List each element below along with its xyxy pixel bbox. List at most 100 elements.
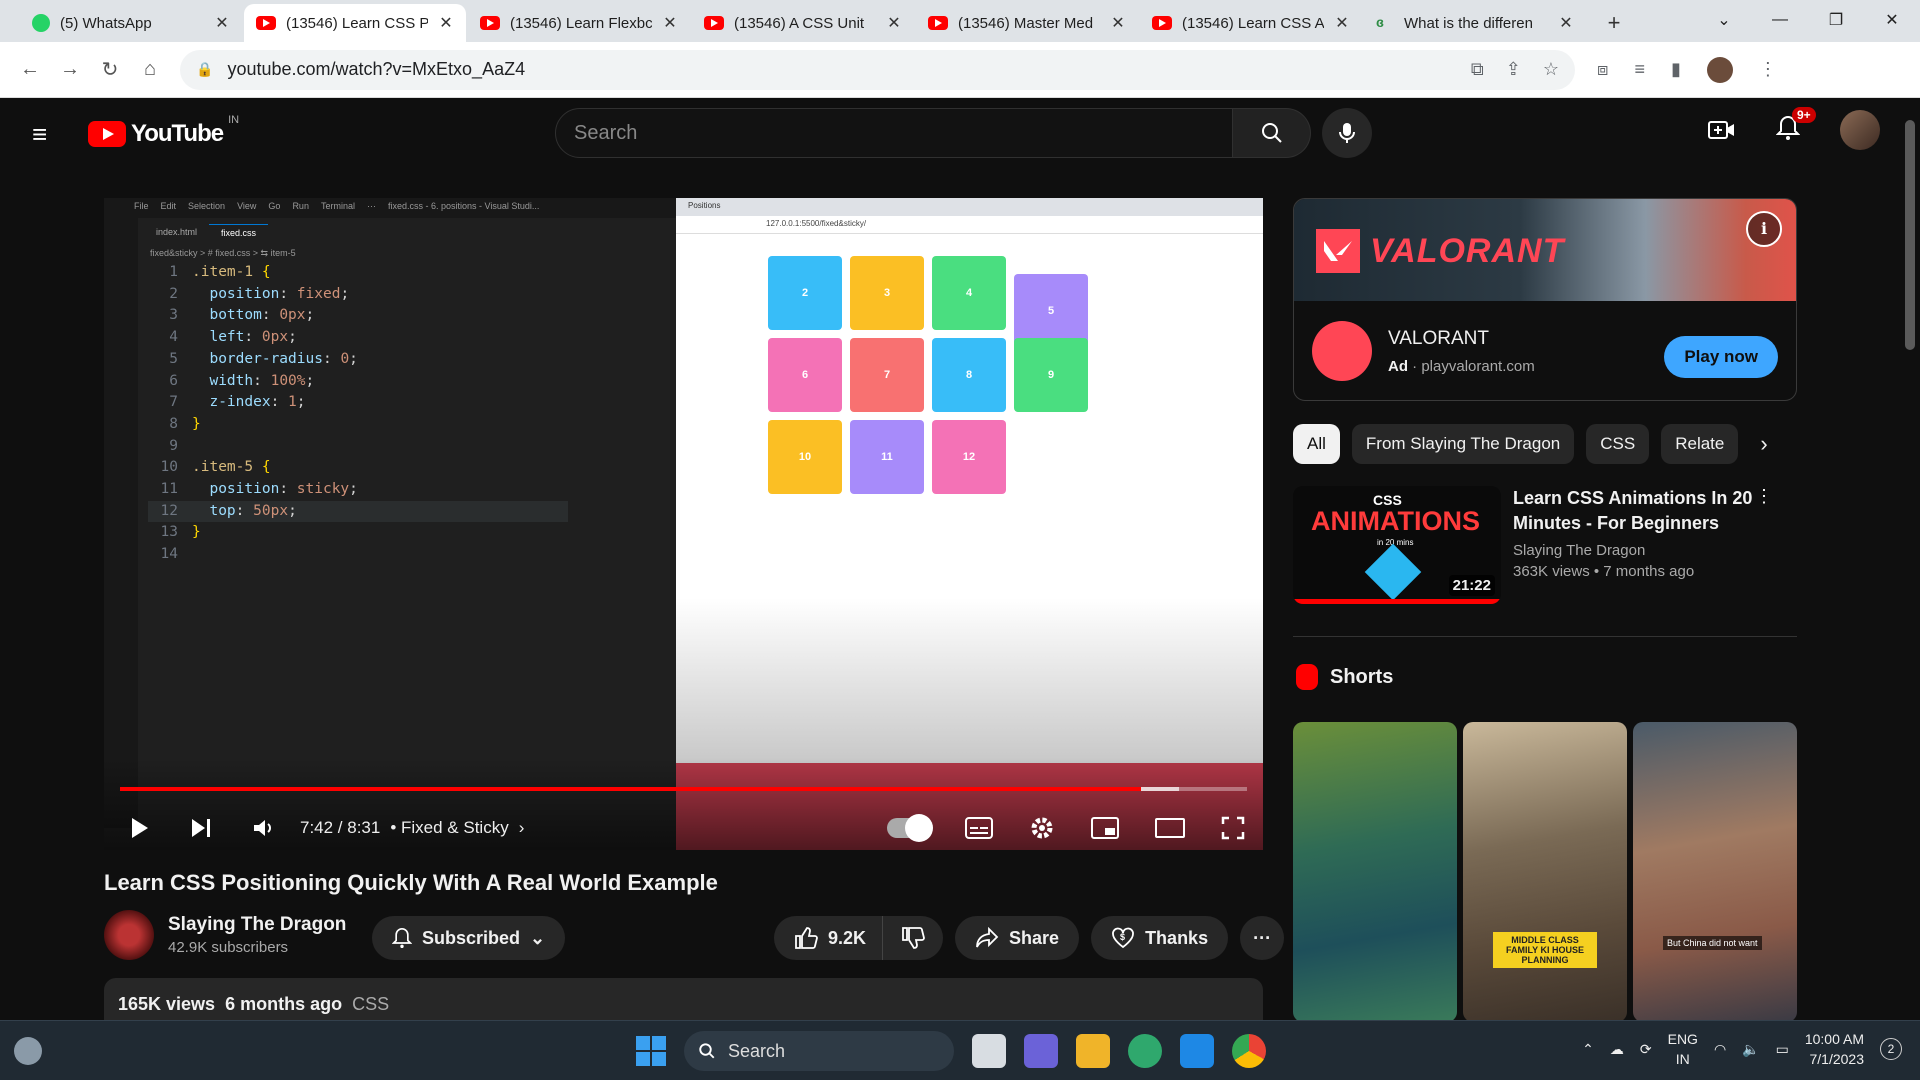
recommended-channel[interactable]: Slaying The Dragon	[1513, 542, 1753, 559]
create-video-icon[interactable]	[1708, 118, 1736, 142]
description-tag[interactable]: CSS	[352, 994, 389, 1014]
vscode-app-icon[interactable]	[1180, 1034, 1214, 1068]
dislike-button[interactable]	[883, 916, 944, 960]
progress-bar[interactable]	[120, 787, 1247, 791]
like-button[interactable]: 9.2K	[774, 916, 884, 960]
autoplay-toggle[interactable]	[887, 814, 933, 842]
more-actions-button[interactable]: ···	[1240, 916, 1285, 960]
chrome-app-icon[interactable]	[1232, 1034, 1266, 1068]
miniplayer-icon[interactable]	[1091, 817, 1119, 839]
filter-chip[interactable]: All	[1293, 424, 1340, 464]
voice-search-button[interactable]	[1322, 108, 1372, 158]
profile-avatar[interactable]	[1706, 56, 1733, 83]
notifications-button[interactable]: 9+	[1775, 106, 1816, 146]
browser-tab[interactable]: (13546) Learn Flexbc ✕	[468, 4, 690, 42]
browser-tab[interactable]: (13546) Learn CSS A ✕	[1140, 4, 1362, 42]
play-button[interactable]	[130, 816, 150, 840]
onedrive-icon[interactable]: ☁	[1610, 1041, 1624, 1058]
close-window-button[interactable]: ✕	[1864, 10, 1920, 30]
back-button[interactable]: ←	[10, 58, 50, 81]
browser-tab[interactable]: (5) WhatsApp ✕	[20, 4, 242, 42]
bookmark-star-icon[interactable]: ☆	[1543, 59, 1559, 80]
clock[interactable]: 10:00 AM 7/1/2023	[1805, 1029, 1864, 1069]
tab-close-icon[interactable]: ✕	[1334, 13, 1350, 33]
chips-next-chevron-icon[interactable]: ›	[1760, 431, 1767, 457]
tab-close-icon[interactable]: ✕	[438, 13, 454, 33]
task-view-icon[interactable]	[972, 1034, 1006, 1068]
settings-gear-icon[interactable]	[1029, 815, 1055, 841]
ad-card[interactable]: VALORANT i VALORANT Ad · playvalorant.co…	[1293, 198, 1797, 401]
teams-chat-icon[interactable]	[1024, 1034, 1058, 1068]
short-item[interactable]: But China did not want	[1633, 722, 1797, 1022]
tab-close-icon[interactable]: ✕	[214, 13, 230, 33]
new-tab-button[interactable]: +	[1598, 7, 1630, 39]
browser-tab[interactable]: ɞ What is the differen ✕	[1364, 4, 1586, 42]
recommended-more-icon[interactable]: ⋮	[1755, 486, 1773, 507]
wifi-icon[interactable]: ◠	[1714, 1041, 1726, 1058]
browser-menu-icon[interactable]: ⋮	[1759, 59, 1777, 80]
next-button[interactable]	[190, 817, 212, 839]
user-avatar[interactable]	[1840, 110, 1880, 150]
search-input[interactable]: Search	[555, 108, 1233, 158]
open-in-app-icon[interactable]: ⧉	[1471, 59, 1484, 80]
home-button[interactable]: ⌂	[130, 58, 170, 81]
address-bar[interactable]: 🔒 youtube.com/watch?v=MxEtxo_AaZ4 ⧉ ⇪ ☆	[180, 49, 1575, 90]
recommended-title[interactable]: Learn CSS Animations In 20 Minutes - For…	[1513, 486, 1753, 536]
tab-close-icon[interactable]: ✕	[886, 13, 902, 33]
search-button[interactable]	[1233, 108, 1311, 158]
channel-name[interactable]: Slaying The Dragon	[168, 914, 346, 936]
minimize-button[interactable]: —	[1752, 11, 1808, 29]
tab-close-icon[interactable]: ✕	[1110, 13, 1126, 33]
reload-button[interactable]: ↻	[90, 57, 130, 82]
youtube-logo[interactable]: YouTube IN	[88, 114, 239, 148]
video-player[interactable]: File Edit Selection View Go Run Terminal ··· fix…	[104, 198, 1263, 850]
theater-mode-icon[interactable]	[1155, 818, 1185, 838]
tab-search-icon[interactable]: ⌄	[1696, 10, 1752, 30]
scrollbar-thumb[interactable]	[1905, 120, 1915, 350]
side-panel-icon[interactable]: ▮	[1671, 59, 1681, 80]
filter-chip[interactable]: Relate	[1661, 424, 1739, 464]
chapter-chevron-icon[interactable]: ›	[519, 818, 525, 838]
tab-close-icon[interactable]: ✕	[1558, 13, 1574, 33]
filter-chip[interactable]: From Slaying The Dragon	[1351, 424, 1575, 464]
chapter-title[interactable]: • Fixed & Sticky	[390, 818, 508, 838]
short-item[interactable]: MIDDLE CLASS FAMILY KI HOUSE PLANNING	[1463, 722, 1627, 1022]
thanks-button[interactable]: $ Thanks	[1091, 916, 1229, 960]
file-explorer-icon[interactable]	[1076, 1034, 1110, 1068]
windows-start-icon[interactable]	[636, 1036, 666, 1066]
battery-icon[interactable]: ▭	[1776, 1041, 1789, 1058]
update-icon[interactable]: ⟳	[1640, 1041, 1652, 1058]
advertiser-avatar[interactable]	[1312, 321, 1372, 381]
tab-close-icon[interactable]: ✕	[662, 13, 678, 33]
volume-button[interactable]	[252, 817, 274, 839]
restore-button[interactable]: ❐	[1808, 10, 1864, 30]
subtitles-icon[interactable]	[965, 817, 993, 839]
browser-tab[interactable]: (13546) Master Med ✕	[916, 4, 1138, 42]
share-page-icon[interactable]: ⇪	[1506, 59, 1521, 80]
hamburger-menu-icon[interactable]: ≡	[32, 119, 58, 150]
subscribed-button[interactable]: Subscribed ⌄	[372, 916, 566, 960]
channel-avatar[interactable]	[104, 910, 154, 960]
lock-icon[interactable]: 🔒	[196, 61, 213, 78]
notification-count[interactable]: 2	[1880, 1038, 1902, 1060]
browser-tab[interactable]: (13546) A CSS Unit ✕	[692, 4, 914, 42]
speaker-icon[interactable]: 🔈	[1742, 1041, 1759, 1058]
play-now-button[interactable]: Play now	[1664, 336, 1778, 378]
ad-info-icon[interactable]: i	[1746, 211, 1782, 247]
browser-tab[interactable]: (13546) Learn CSS P ✕	[244, 4, 466, 42]
recommended-video[interactable]: CSS ANIMATIONS in 20 mins 21:22 Learn CS…	[1293, 486, 1773, 604]
media-control-icon[interactable]: ≡	[1634, 59, 1645, 80]
language-indicator[interactable]: ENG IN	[1668, 1029, 1698, 1069]
ad-banner[interactable]: VALORANT i	[1294, 199, 1796, 301]
short-item[interactable]	[1293, 722, 1457, 1022]
recommended-thumbnail[interactable]: CSS ANIMATIONS in 20 mins 21:22	[1293, 486, 1501, 604]
edge-browser-icon[interactable]	[1128, 1034, 1162, 1068]
fullscreen-icon[interactable]	[1221, 816, 1245, 840]
extensions-icon[interactable]: ⧈	[1597, 59, 1608, 80]
forward-button[interactable]: →	[50, 58, 90, 81]
filter-chip[interactable]: CSS	[1586, 424, 1650, 464]
share-button[interactable]: Share	[955, 916, 1080, 960]
weather-widget-icon[interactable]	[14, 1037, 42, 1065]
tray-chevron-icon[interactable]: ⌃	[1582, 1041, 1594, 1058]
taskbar-search[interactable]: Search	[684, 1031, 954, 1071]
